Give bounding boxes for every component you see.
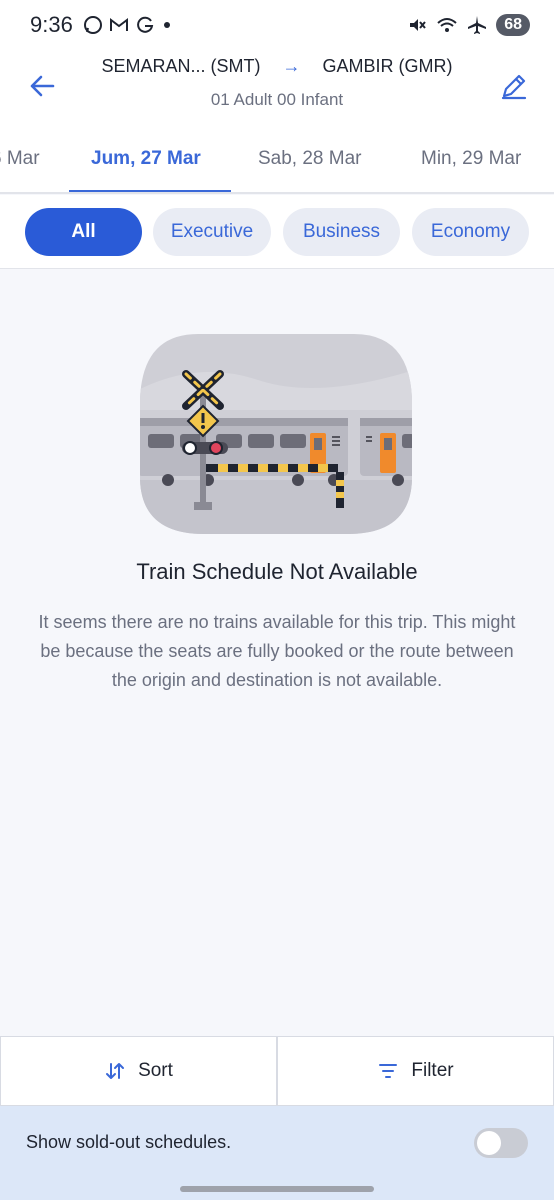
- empty-state-description: It seems there are no trains available f…: [38, 612, 516, 690]
- dot-icon: [163, 22, 170, 28]
- date-tab-28[interactable]: Sab, 28 Mar: [258, 148, 362, 170]
- toggle-knob: [477, 1131, 501, 1155]
- airplane-icon: [468, 16, 487, 34]
- battery-indicator: 68: [496, 14, 530, 36]
- empty-state-title: Train Schedule Not Available: [136, 559, 418, 584]
- class-chip-business[interactable]: Business: [283, 208, 400, 256]
- mute-icon: [410, 19, 426, 31]
- system-icons: 68: [407, 14, 530, 36]
- status-bar: 9:36 68: [0, 0, 554, 50]
- origin-station: SEMARAN... (SMT): [101, 56, 261, 76]
- soldout-toggle[interactable]: [474, 1128, 528, 1158]
- class-filter-bar: All Executive Business Economy: [0, 195, 554, 269]
- filter-label: Filter: [411, 1060, 454, 1081]
- status-time: 9:36: [30, 12, 73, 37]
- class-chip-executive[interactable]: Executive: [153, 208, 271, 256]
- date-tabs: 6 Mar Jum, 27 Mar Sab, 28 Mar Min, 29 Ma…: [0, 128, 554, 194]
- train-crossing-illustration: [140, 334, 412, 534]
- notification-icons: [83, 15, 173, 35]
- home-indicator: [180, 1186, 374, 1192]
- date-tab-26[interactable]: 6 Mar: [0, 148, 40, 170]
- date-tab-29[interactable]: Min, 29 Mar: [421, 148, 521, 170]
- destination-station: GAMBIR (GMR): [322, 56, 453, 76]
- route-arrow-icon: →: [282, 56, 301, 76]
- pencil-icon: [501, 74, 527, 100]
- sort-label: Sort: [138, 1060, 173, 1081]
- wifi-icon: [437, 18, 457, 32]
- soldout-label: Show sold-out schedules.: [26, 1132, 232, 1152]
- edit-search-button[interactable]: [492, 64, 536, 108]
- google-icon: [136, 16, 154, 33]
- filter-button[interactable]: Filter: [277, 1037, 554, 1105]
- sort-icon: [106, 1063, 125, 1079]
- trip-header: SEMARAN... (SMT) → GAMBIR (GMR) 01 Adult…: [0, 50, 554, 128]
- class-chip-economy[interactable]: Economy: [412, 208, 529, 256]
- soldout-bar: Show sold-out schedules.: [0, 1106, 554, 1200]
- route-summary: SEMARAN... (SMT) → GAMBIR (GMR): [0, 56, 554, 77]
- sort-button[interactable]: Sort: [0, 1037, 277, 1105]
- filter-icon: [379, 1064, 398, 1078]
- class-chip-all[interactable]: All: [25, 208, 142, 256]
- gmail-icon: [109, 18, 128, 31]
- active-tab-indicator: [69, 190, 231, 192]
- date-tab-27[interactable]: Jum, 27 Mar: [91, 148, 201, 170]
- sort-filter-bar: Sort Filter: [0, 1036, 554, 1106]
- passenger-summary: 01 Adult 00 Infant: [210, 90, 344, 109]
- whatsapp-icon: [83, 16, 102, 34]
